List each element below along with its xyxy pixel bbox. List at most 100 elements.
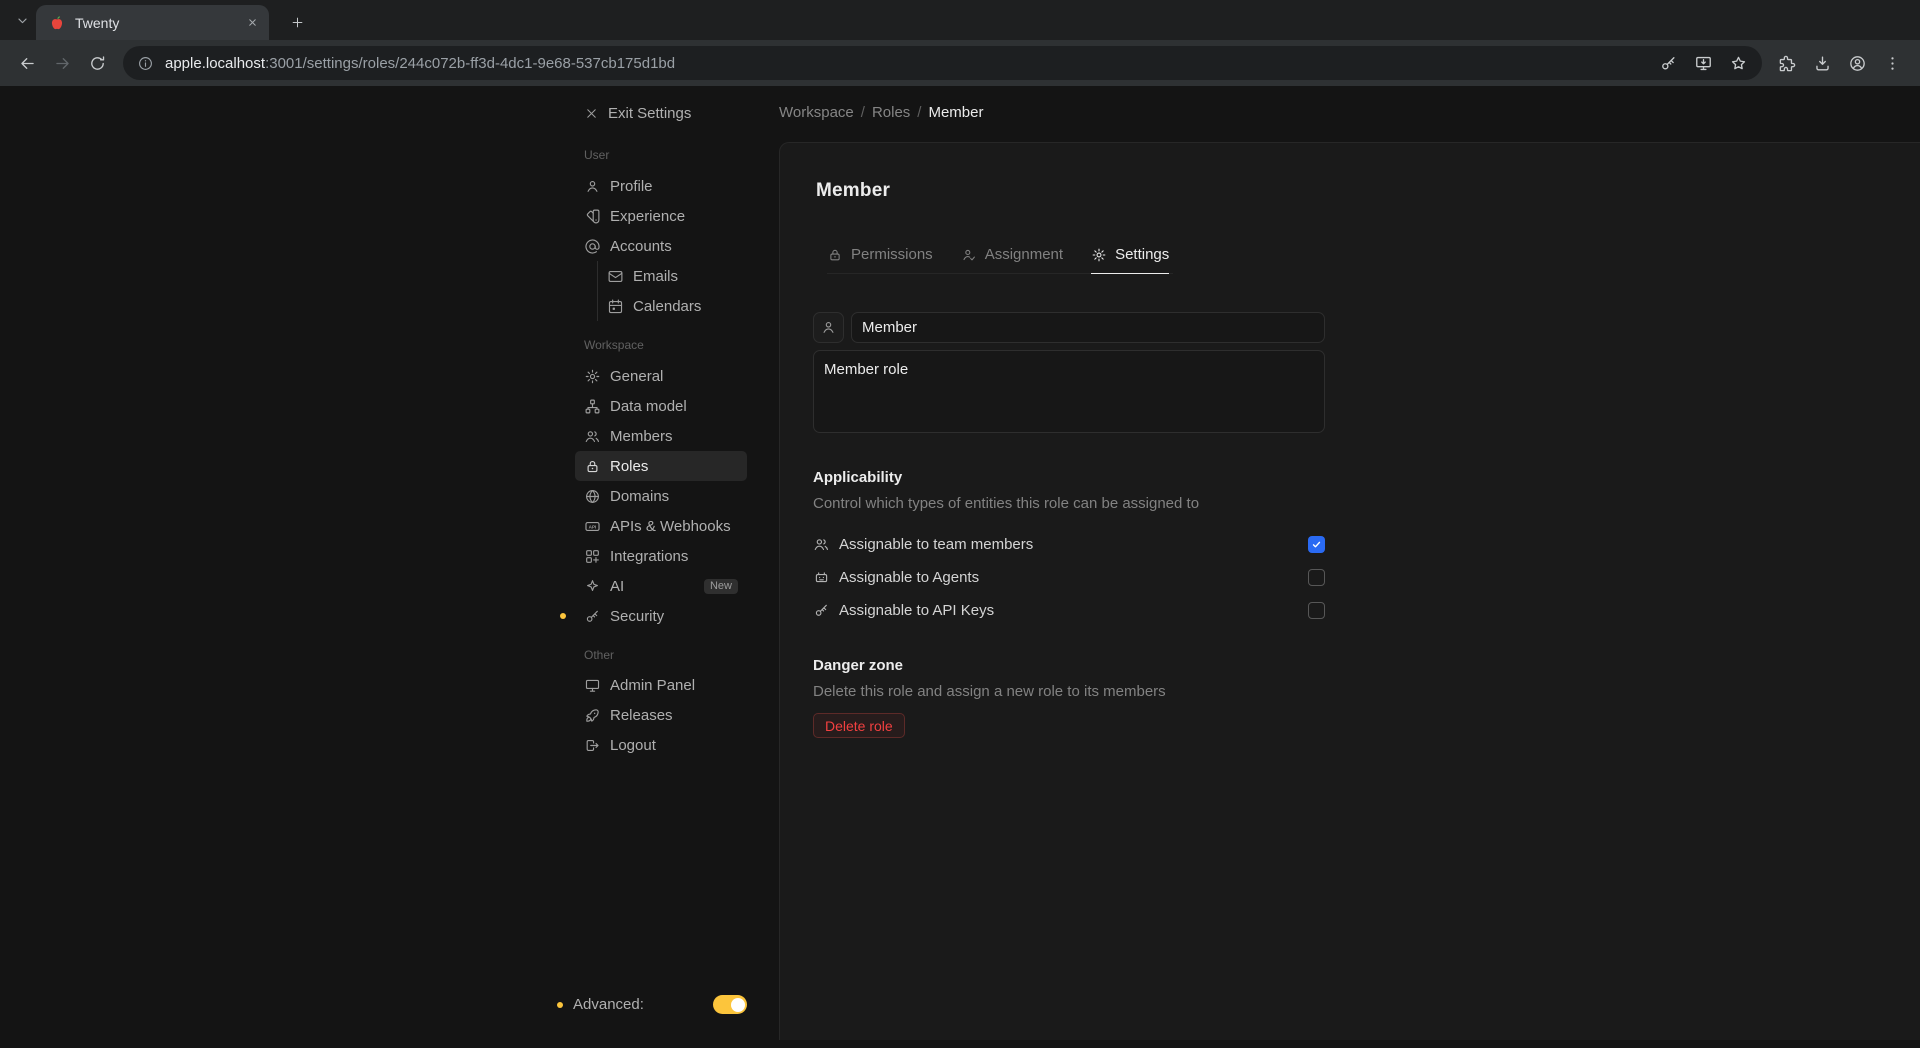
option-api-keys: Assignable to API Keys — [813, 600, 1325, 620]
plus-icon — [290, 15, 305, 30]
sidebar-item-calendars[interactable]: Calendars — [598, 291, 747, 321]
delete-role-button[interactable]: Delete role — [813, 713, 905, 738]
gear-icon — [1091, 247, 1107, 263]
breadcrumb-separator: / — [917, 104, 922, 121]
api-keys-checkbox[interactable] — [1308, 601, 1325, 619]
tab-title: Twenty — [75, 14, 120, 31]
reload-button[interactable] — [80, 46, 115, 81]
calendar-icon — [607, 298, 624, 315]
sidebar-item-data-model[interactable]: Data model — [575, 391, 747, 421]
sidebar-item-label: Admin Panel — [610, 676, 696, 694]
tab-label: Assignment — [984, 246, 1064, 263]
url-domain: apple.localhost — [165, 54, 266, 72]
tab-assignment[interactable]: Assignment — [961, 246, 1063, 273]
close-icon — [247, 17, 258, 28]
bookmark-star-icon[interactable] — [1729, 54, 1748, 73]
users-icon — [584, 428, 601, 445]
apple-favicon-icon — [48, 14, 66, 32]
sidebar-item-roles[interactable]: Roles — [575, 451, 747, 481]
team-members-checkbox[interactable] — [1308, 535, 1325, 553]
option-team-members: Assignable to team members — [813, 534, 1325, 554]
tab-permissions[interactable]: Permissions — [827, 246, 933, 273]
browser-tab[interactable]: Twenty — [36, 5, 269, 40]
sidebar-item-emails[interactable]: Emails — [598, 261, 747, 291]
back-button[interactable] — [10, 46, 45, 81]
forward-icon — [53, 54, 72, 73]
rocket-icon — [584, 707, 601, 724]
gear-icon — [584, 368, 601, 385]
sidebar-item-admin-panel[interactable]: Admin Panel — [575, 670, 747, 700]
sidebar-item-experience[interactable]: Experience — [575, 201, 747, 231]
profile-button[interactable] — [1840, 46, 1875, 81]
section-label-other: Other — [584, 648, 615, 662]
sidebar-item-accounts[interactable]: Accounts — [575, 231, 747, 261]
tab-search-button[interactable] — [10, 8, 35, 33]
sidebar-item-label: General — [610, 367, 664, 385]
site-info-icon[interactable] — [137, 55, 154, 72]
chevron-down-icon — [14, 12, 31, 29]
advanced-dot — [557, 1001, 563, 1008]
role-name-input[interactable] — [851, 312, 1325, 343]
downloads-button[interactable] — [1805, 46, 1840, 81]
sidebar-item-label: Domains — [610, 487, 670, 505]
option-agents: Assignable to Agents — [813, 567, 1325, 587]
exit-settings-label: Exit Settings — [608, 104, 692, 122]
user-icon — [820, 319, 837, 336]
lock-icon — [827, 247, 843, 263]
url-text: apple.localhost:3001/settings/roles/244c… — [165, 55, 675, 72]
sidebar-item-label: AI — [610, 577, 625, 595]
toggle-knob — [730, 997, 745, 1012]
sidebar-item-logout[interactable]: Logout — [575, 730, 747, 760]
sidebar-item-domains[interactable]: Domains — [575, 481, 747, 511]
puzzle-icon — [1778, 54, 1797, 73]
new-tab-button[interactable] — [284, 9, 311, 36]
sidebar-item-label: APIs & Webhooks — [610, 517, 731, 535]
menu-button[interactable] — [1875, 46, 1910, 81]
sidebar-item-label: Data model — [610, 397, 687, 415]
sidebar-item-apis-webhooks[interactable]: APIs & Webhooks — [575, 511, 747, 541]
breadcrumb-workspace[interactable]: Workspace — [779, 104, 854, 121]
mail-icon — [607, 268, 624, 285]
key-icon — [813, 602, 830, 619]
api-icon — [584, 518, 601, 535]
tab-label: Permissions — [851, 246, 933, 263]
section-label-workspace: Workspace — [584, 338, 644, 352]
close-icon — [584, 106, 599, 121]
extensions-button[interactable] — [1770, 46, 1805, 81]
advanced-toggle-row: Advanced: — [557, 995, 747, 1014]
install-app-icon[interactable] — [1694, 54, 1713, 73]
tab-close-button[interactable] — [243, 14, 261, 32]
forward-button[interactable] — [45, 46, 80, 81]
sidebar-item-label: Roles — [610, 457, 649, 475]
danger-zone-section: Danger zone Delete this role and assign … — [813, 657, 1325, 738]
sidebar-item-label: Logout — [610, 736, 656, 754]
sidebar-item-label: Calendars — [633, 297, 702, 315]
sidebar-item-label: Security — [610, 607, 665, 625]
address-bar[interactable]: apple.localhost:3001/settings/roles/244c… — [123, 46, 1762, 80]
robot-icon — [813, 569, 830, 586]
section-label-user: User — [584, 148, 610, 162]
advanced-toggle[interactable] — [713, 995, 747, 1014]
sidebar-item-label: Accounts — [610, 237, 672, 255]
avatar-icon — [1848, 54, 1867, 73]
agents-checkbox[interactable] — [1308, 568, 1325, 586]
sidebar-item-general[interactable]: General — [575, 361, 747, 391]
sidebar-item-security[interactable]: Security — [560, 601, 747, 631]
key-icon — [584, 608, 601, 625]
sidebar-item-ai[interactable]: AI New — [575, 571, 747, 601]
download-icon — [1813, 54, 1832, 73]
breadcrumb-separator: / — [860, 104, 865, 121]
sidebar-item-members[interactable]: Members — [575, 421, 747, 451]
apps-icon — [584, 548, 601, 565]
password-key-icon[interactable] — [1659, 54, 1678, 73]
tab-settings[interactable]: Settings — [1091, 246, 1170, 274]
sidebar-item-releases[interactable]: Releases — [575, 700, 747, 730]
breadcrumb-current: Member — [928, 104, 984, 121]
role-description-input[interactable]: Member role — [813, 350, 1325, 433]
breadcrumb-roles[interactable]: Roles — [872, 104, 910, 121]
sidebar-item-integrations[interactable]: Integrations — [575, 541, 747, 571]
exit-settings-button[interactable]: Exit Settings — [575, 98, 747, 128]
breadcrumb: Workspace / Roles / Member — [779, 104, 983, 121]
role-icon-picker[interactable] — [813, 312, 844, 343]
sidebar-item-profile[interactable]: Profile — [575, 171, 747, 201]
